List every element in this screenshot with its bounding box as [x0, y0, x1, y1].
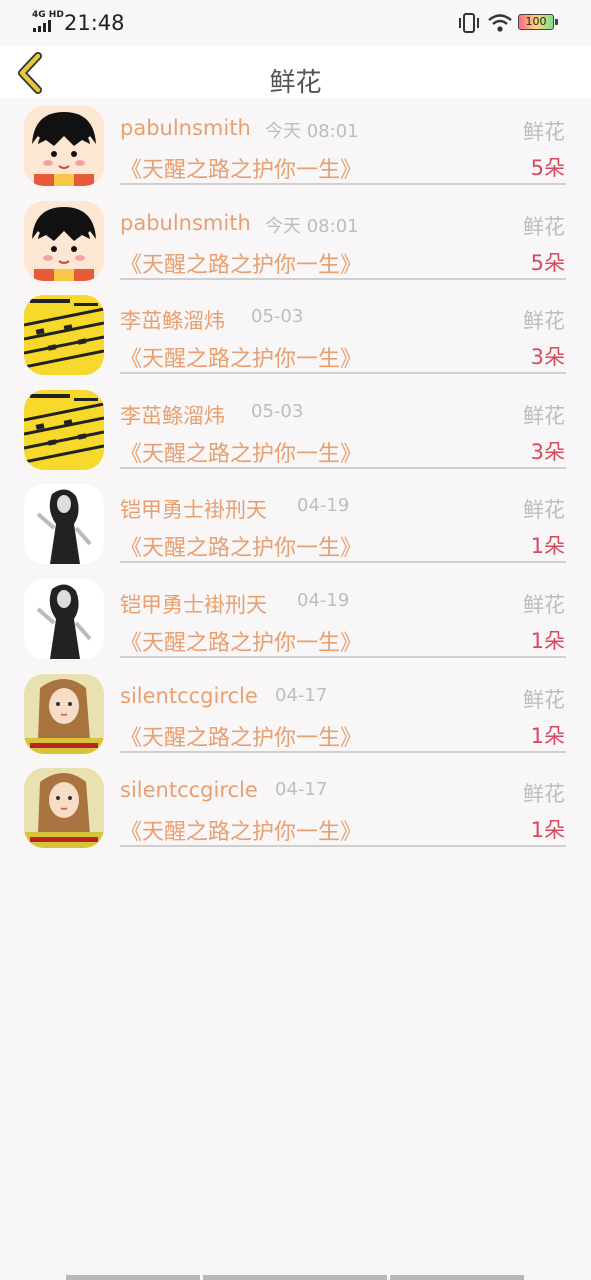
send-time: 04-19 — [297, 495, 350, 517]
send-time: 04-17 — [275, 684, 328, 706]
page-title: 鲜花 — [269, 68, 322, 98]
flower-count: 5朵 — [530, 250, 565, 275]
list-item[interactable]: silentccgircle 04-17 鲜花 《天醒之路之护你一生》 1朵 — [0, 766, 591, 861]
divider — [120, 372, 566, 375]
gift-type: 鲜花 — [523, 214, 565, 239]
book-title[interactable]: 《天醒之路之护你一生》 — [120, 720, 362, 752]
send-time: 04-17 — [275, 779, 328, 801]
avatar[interactable] — [24, 200, 104, 281]
gift-type: 鲜花 — [523, 782, 565, 807]
send-time: 今天 08:01 — [265, 121, 359, 142]
vibrate-icon — [459, 13, 479, 33]
divider — [120, 845, 566, 848]
gift-type: 鲜花 — [523, 498, 565, 523]
nav-bar: 鲜花 — [0, 46, 591, 98]
sender-name[interactable]: 铠甲勇士褂刑天 — [120, 494, 267, 524]
list-item[interactable]: silentccgircle 04-17 鲜花 《天醒之路之护你一生》 1朵 — [0, 672, 591, 767]
divider — [120, 183, 566, 185]
avatar[interactable] — [24, 295, 104, 376]
clock: 21:48 — [64, 11, 125, 35]
send-time: 今天 08:01 — [265, 215, 359, 237]
divider — [120, 655, 566, 658]
list-item[interactable]: 李茁鲦溜炜 05-03 鲜花 《天醒之路之护你一生》 3朵 — [0, 293, 591, 388]
signal-icon — [33, 20, 57, 32]
status-bar: 4G HD 21:48 100 — [0, 0, 591, 46]
sender-name[interactable]: 铠甲勇士褂刑天 — [120, 589, 267, 619]
sender-name[interactable]: pabulnsmith — [120, 116, 251, 140]
sender-name[interactable]: silentccgircle — [120, 778, 258, 802]
network-type: 4G HD — [32, 10, 64, 20]
home-indicator — [390, 1275, 524, 1280]
list-item[interactable]: pabulnsmith 今天 08:01 鲜花 《天醒之路之护你一生》 5朵 — [0, 199, 591, 294]
gift-type: 鲜花 — [523, 120, 565, 144]
avatar[interactable] — [24, 673, 104, 754]
send-time: 05-03 — [251, 400, 304, 422]
home-indicator — [66, 1275, 200, 1280]
sender-name[interactable]: 李茁鲦溜炜 — [120, 400, 225, 430]
book-title[interactable]: 《天醒之路之护你一生》 — [120, 814, 362, 846]
gift-type: 鲜花 — [523, 309, 565, 334]
flower-count: 1朵 — [530, 534, 565, 559]
avatar[interactable] — [24, 484, 104, 565]
avatar[interactable] — [24, 768, 104, 849]
list-item[interactable]: pabulnsmith 今天 08:01 鲜花 《天醒之路之护你一生》 5朵 — [0, 104, 591, 199]
avatar[interactable] — [24, 578, 104, 659]
book-title[interactable]: 《天醒之路之护你一生》 — [120, 625, 362, 657]
avatar[interactable] — [24, 106, 104, 186]
sender-name[interactable]: silentccgircle — [120, 684, 258, 708]
battery-icon: 100 — [518, 14, 554, 30]
send-time: 04-19 — [297, 589, 350, 611]
gift-type: 鲜花 — [523, 403, 565, 428]
send-time: 05-03 — [251, 306, 304, 328]
divider — [120, 561, 566, 564]
divider — [120, 466, 566, 469]
avatar[interactable] — [24, 389, 104, 470]
sender-name[interactable]: pabulnsmith — [120, 211, 251, 235]
gift-type: 鲜花 — [523, 687, 565, 712]
book-title[interactable]: 《天醒之路之护你一生》 — [120, 152, 362, 184]
gift-record-list: pabulnsmith 今天 08:01 鲜花 《天醒之路之护你一生》 5朵 p… — [0, 104, 591, 861]
flower-count: 3朵 — [530, 345, 565, 370]
book-title[interactable]: 《天醒之路之护你一生》 — [120, 341, 362, 373]
wifi-icon — [488, 14, 512, 32]
gift-type: 鲜花 — [523, 592, 565, 617]
book-title[interactable]: 《天醒之路之护你一生》 — [120, 436, 362, 468]
battery-cap — [555, 19, 558, 25]
divider — [120, 277, 566, 280]
flower-count: 5朵 — [530, 156, 565, 180]
list-item[interactable]: 铠甲勇士褂刑天 04-19 鲜花 《天醒之路之护你一生》 1朵 — [0, 482, 591, 577]
list-item[interactable]: 李茁鲦溜炜 05-03 鲜花 《天醒之路之护你一生》 3朵 — [0, 388, 591, 483]
book-title[interactable]: 《天醒之路之护你一生》 — [120, 247, 362, 279]
sender-name[interactable]: 李茁鲦溜炜 — [120, 305, 225, 335]
list-item[interactable]: 铠甲勇士褂刑天 04-19 鲜花 《天醒之路之护你一生》 1朵 — [0, 577, 591, 672]
flower-count: 1朵 — [530, 818, 565, 843]
flower-count: 1朵 — [530, 628, 565, 653]
flower-count: 1朵 — [530, 723, 565, 748]
flower-count: 3朵 — [530, 439, 565, 464]
book-title[interactable]: 《天醒之路之护你一生》 — [120, 530, 362, 562]
divider — [120, 750, 566, 753]
home-indicator — [203, 1275, 387, 1280]
